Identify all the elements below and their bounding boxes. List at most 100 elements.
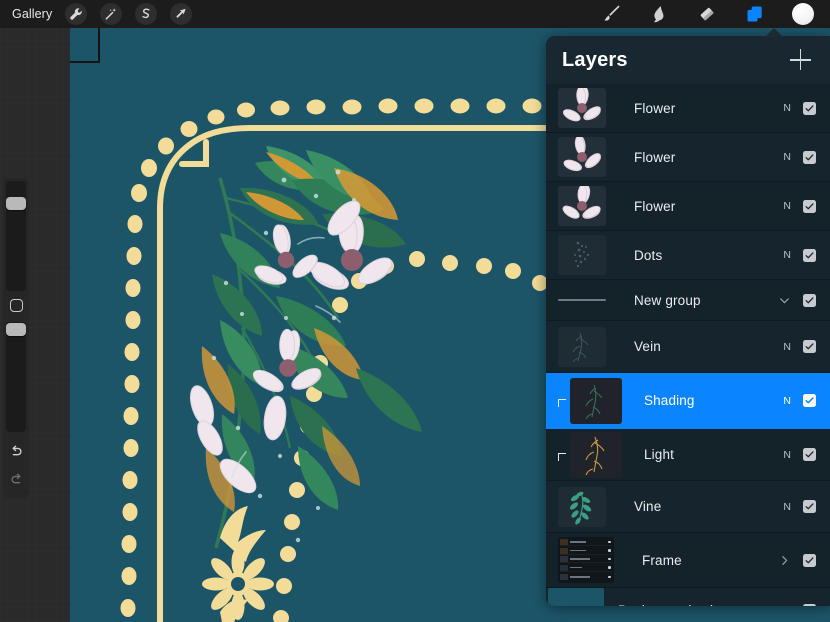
mini-layer-row	[560, 539, 612, 546]
layers-icon[interactable]	[744, 3, 766, 25]
layer-visibility-checkbox[interactable]	[803, 199, 816, 213]
blend-mode-label[interactable]: N	[783, 449, 791, 461]
layers-panel-title: Layers	[562, 48, 628, 71]
brush-size-slider[interactable]	[6, 181, 26, 291]
layer-row-frame-group[interactable]: Frame	[546, 533, 830, 588]
layer-visibility-checkbox[interactable]	[803, 293, 816, 307]
layer-name: Light	[644, 447, 675, 462]
mini-label	[570, 558, 590, 560]
layer-row-new-group[interactable]: New group	[546, 280, 830, 321]
opacity-slider[interactable]	[6, 322, 26, 432]
chevron-right-icon[interactable]	[778, 554, 791, 567]
transform-arrow-icon[interactable]	[170, 3, 193, 25]
top-toolbar-right-group	[600, 3, 814, 25]
layer-name: Shading	[644, 393, 695, 408]
layer-row-background-colour[interactable]: Background colour	[546, 587, 830, 606]
check-icon	[805, 296, 814, 303]
undo-button[interactable]	[3, 437, 29, 465]
selection-icon[interactable]	[135, 3, 158, 25]
layer-thumbnail	[558, 326, 606, 367]
blend-mode-label[interactable]: N	[783, 151, 791, 163]
layer-visibility-checkbox[interactable]	[803, 150, 816, 164]
mini-layer-row	[560, 564, 612, 572]
layer-thumbnail	[558, 486, 606, 527]
check-icon	[805, 251, 814, 258]
adjustments-wand-icon[interactable]	[100, 3, 123, 25]
layer-thumbnail	[558, 88, 606, 128]
opacity-knob[interactable]	[6, 323, 26, 336]
color-swatch[interactable]	[792, 3, 814, 25]
redo-button[interactable]	[3, 465, 29, 493]
layer-row-light[interactable]: Light N	[546, 429, 830, 481]
smudge-icon[interactable]	[648, 3, 670, 25]
mini-thumb	[560, 539, 568, 545]
brush-sidebar	[3, 178, 29, 498]
blend-mode-label[interactable]: N	[783, 341, 791, 353]
eraser-icon[interactable]	[696, 3, 718, 25]
layer-visibility-checkbox[interactable]	[803, 500, 816, 513]
undo-icon	[11, 445, 21, 455]
layer-row-vein[interactable]: Vein N	[546, 321, 830, 373]
clipping-mask-indicator-icon	[558, 399, 568, 407]
mini-label	[570, 567, 582, 569]
mini-label	[570, 576, 590, 578]
paint-brush-icon[interactable]	[600, 3, 622, 25]
layer-visibility-checkbox[interactable]	[803, 448, 816, 461]
blend-mode-label[interactable]: N	[783, 249, 791, 261]
layer-list[interactable]: Flower N Flower N Flower N Dots N New gr…	[546, 84, 830, 606]
layer-row-controls: N	[783, 340, 830, 353]
layer-row-controls: N	[783, 199, 830, 213]
layer-visibility-checkbox[interactable]	[803, 394, 816, 407]
blend-mode-label[interactable]: N	[783, 501, 791, 513]
layer-name: Frame	[642, 552, 682, 568]
layer-row-controls: N	[783, 448, 830, 461]
layer-row-flower-2[interactable]: Flower N	[546, 133, 830, 182]
layers-panel-header: Layers	[546, 36, 830, 84]
check-icon	[805, 343, 814, 350]
layer-name: Flower	[634, 198, 676, 214]
layer-visibility-checkbox[interactable]	[803, 101, 816, 115]
check-icon	[805, 397, 814, 404]
layers-panel-caret	[765, 28, 783, 37]
layer-name: Flower	[634, 149, 676, 165]
modify-button[interactable]	[3, 291, 29, 319]
mini-layer-row	[560, 556, 612, 564]
layer-thumbnail	[558, 137, 606, 177]
layer-row-flower-1[interactable]: Flower N	[546, 84, 830, 133]
layer-row-vine[interactable]: Vine N	[546, 481, 830, 533]
gallery-button[interactable]: Gallery	[12, 7, 52, 21]
add-layer-button[interactable]	[790, 49, 812, 71]
modify-square-icon	[9, 298, 23, 312]
layer-row-controls: N	[783, 394, 830, 407]
layer-name: Flower	[634, 100, 676, 116]
layer-row-controls	[803, 603, 830, 606]
layer-thumbnail	[570, 431, 622, 478]
check-icon	[805, 451, 814, 458]
check-icon	[805, 104, 814, 111]
check-icon	[805, 556, 814, 563]
clipping-mask-indicator-icon	[558, 453, 568, 461]
layer-visibility-checkbox[interactable]	[803, 603, 816, 606]
blend-mode-label[interactable]: N	[783, 395, 791, 407]
check-icon	[805, 202, 814, 209]
layer-row-shading[interactable]: Shading N	[546, 373, 830, 429]
background-colour-swatch[interactable]	[548, 587, 604, 606]
layer-row-dots[interactable]: Dots N	[546, 231, 830, 280]
brush-size-knob[interactable]	[6, 197, 26, 210]
layer-row-flower-3[interactable]: Flower N	[546, 182, 830, 231]
layer-name: New group	[634, 292, 701, 308]
actions-wrench-icon[interactable]	[65, 3, 88, 25]
layer-visibility-checkbox[interactable]	[803, 248, 816, 262]
layer-name: Vine	[634, 499, 662, 514]
blend-mode-label[interactable]: N	[783, 102, 791, 114]
layer-thumbnail	[570, 377, 622, 424]
layer-visibility-checkbox[interactable]	[803, 553, 816, 567]
layer-thumbnail	[558, 186, 606, 226]
mini-thumb	[560, 556, 568, 563]
layer-visibility-checkbox[interactable]	[803, 340, 816, 353]
chevron-down-icon[interactable]	[778, 294, 791, 307]
layer-name: Dots	[634, 247, 663, 263]
blend-mode-label[interactable]: N	[783, 200, 791, 212]
group-thumbnail	[558, 537, 614, 583]
layer-row-controls	[778, 293, 830, 307]
